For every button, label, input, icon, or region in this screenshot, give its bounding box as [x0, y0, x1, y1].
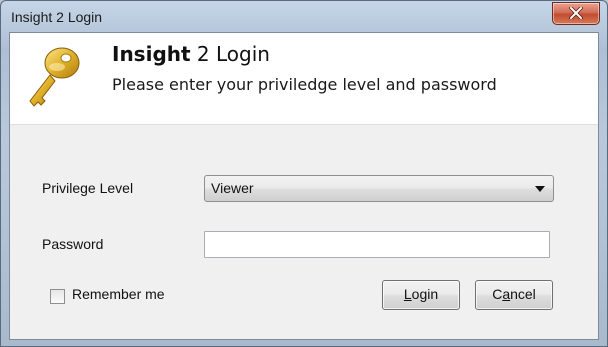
privilege-level-select[interactable]: Viewer: [204, 175, 554, 202]
header-title-rest: 2 Login: [190, 42, 270, 66]
login-dialog: Insight 2 Login Insight 2 Login Please e…: [0, 0, 608, 347]
key-icon: [29, 47, 80, 107]
header-subtitle: Please enter your priviledge level and p…: [112, 75, 497, 94]
login-label-rest: ogin: [411, 286, 439, 302]
close-button[interactable]: [552, 2, 600, 25]
cancel-label-pre: C: [492, 286, 503, 302]
form-area: Privilege Level Viewer Password Remember…: [10, 124, 598, 339]
privilege-level-value: Viewer: [211, 180, 254, 196]
cancel-mnemonic: a: [502, 286, 511, 302]
chevron-down-icon: [535, 186, 545, 192]
password-label: Password: [42, 236, 104, 252]
remember-me-label[interactable]: Remember me: [72, 286, 165, 302]
title-bar[interactable]: Insight 2 Login: [1, 1, 607, 33]
login-mnemonic: L: [403, 286, 412, 302]
header-title: Insight 2 Login: [112, 42, 270, 66]
password-field[interactable]: [204, 231, 550, 258]
cancel-button[interactable]: Cancel: [475, 280, 553, 310]
window-title: Insight 2 Login: [11, 9, 103, 25]
close-icon: [569, 7, 583, 19]
privilege-level-label: Privilege Level: [42, 180, 134, 196]
header-title-bold: Insight: [112, 42, 191, 66]
dialog-client-area: Insight 2 Login Please enter your privil…: [9, 32, 599, 340]
cancel-label-rest: ncel: [510, 286, 536, 302]
login-button[interactable]: Login: [382, 280, 460, 310]
remember-me-checkbox[interactable]: [50, 289, 65, 304]
dialog-header: Insight 2 Login Please enter your privil…: [10, 33, 598, 124]
